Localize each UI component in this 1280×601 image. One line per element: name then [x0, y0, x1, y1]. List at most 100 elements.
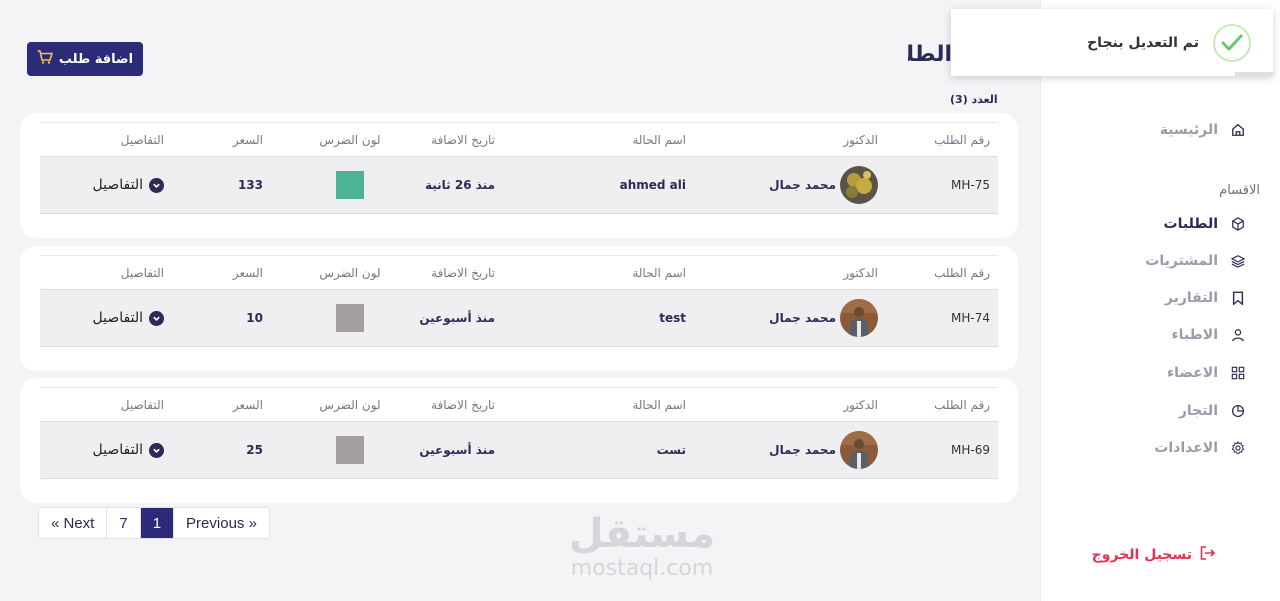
pagination: « Next 7 1 Previous »: [38, 507, 270, 539]
price: 133: [237, 178, 263, 192]
order-card: رقم الطلب الدكتور اسم الحالة تاريخ الاضا…: [20, 246, 1018, 371]
doctor-cell: محمد جمال: [769, 290, 878, 346]
column-doctor: الدكتور: [843, 397, 878, 412]
orders-count: العدد (3): [950, 93, 998, 106]
add-order-label: اضافة طلب: [58, 51, 134, 67]
column-case-name: اسم الحالة: [632, 397, 686, 412]
details-label: التفاصيل: [92, 310, 143, 326]
logout-label: تسجيل الخروج: [1091, 547, 1192, 563]
details-label: التفاصيل: [92, 177, 143, 193]
sidebar-item-reports[interactable]: التقارير: [1165, 290, 1246, 306]
pagination-page-current[interactable]: 1: [140, 508, 175, 538]
sidebar-item-label: الاعضاء: [1167, 365, 1218, 381]
pagination-previous[interactable]: Previous »: [174, 508, 269, 538]
date-added: منذ أسبوعين: [419, 311, 495, 325]
column-case-name: اسم الحالة: [632, 265, 686, 280]
doctor-name: محمد جمال: [769, 443, 836, 457]
sidebar-item-purchases[interactable]: المشتريات: [1145, 253, 1246, 269]
price: 10: [246, 311, 263, 325]
home-icon: [1230, 122, 1246, 138]
tooth-color-cell: [320, 422, 380, 478]
cube-icon: [1230, 216, 1246, 232]
table-row: MH-69 محمد جمال تست منذ أسبوعين 25 التفا…: [40, 421, 998, 479]
column-price: السعر: [232, 132, 263, 147]
check-icon: [1213, 23, 1251, 62]
avatar: [840, 166, 878, 204]
table-header-row: رقم الطلب الدكتور اسم الحالة تاريخ الاضا…: [40, 387, 998, 421]
column-details: التفاصيل: [120, 265, 164, 280]
column-doctor: الدكتور: [843, 132, 878, 147]
doctor-cell: محمد جمال: [769, 422, 878, 478]
sidebar: الرئيسية الاقسام الطلبات المشتريات التقا…: [1040, 0, 1280, 601]
case-name: ahmed ali: [619, 178, 686, 192]
sidebar-item-orders[interactable]: الطلبات: [1164, 216, 1246, 232]
sidebar-item-label: الرئيسية: [1159, 122, 1218, 138]
bookmark-icon: [1230, 290, 1246, 306]
column-order-no: رقم الطلب: [934, 132, 990, 147]
sidebar-item-label: الاطباء: [1171, 327, 1218, 343]
toast-message: تم التعديل بنجاح: [1087, 34, 1199, 51]
sidebar-section-label: الاقسام: [1219, 183, 1260, 198]
watermark: مستقل mostaql.com: [562, 512, 722, 582]
success-toast: تم التعديل بنجاح: [951, 9, 1273, 76]
order-number: MH-69: [951, 443, 990, 457]
chevron-down-icon: [149, 177, 164, 193]
tooth-color-swatch: [336, 304, 364, 332]
chevron-down-icon: [149, 310, 164, 326]
sidebar-item-members[interactable]: الاعضاء: [1167, 365, 1246, 381]
table-header-row: رقم الطلب الدكتور اسم الحالة تاريخ الاضا…: [40, 255, 998, 289]
tooth-color-cell: [320, 290, 380, 346]
order-card: رقم الطلب الدكتور اسم الحالة تاريخ الاضا…: [20, 378, 1018, 503]
avatar: [840, 431, 878, 469]
order-number: MH-75: [951, 178, 990, 192]
case-name: test: [659, 311, 686, 325]
doctor-name: محمد جمال: [769, 178, 836, 192]
user-icon: [1230, 327, 1246, 343]
order-card: رقم الطلب الدكتور اسم الحالة تاريخ الاضا…: [20, 113, 1018, 238]
tooth-color-cell: [320, 157, 380, 213]
toast-progress-bar: [1235, 72, 1273, 76]
tooth-color-swatch: [336, 171, 364, 199]
date-added: منذ 26 ثانية: [424, 178, 495, 192]
date-added: منذ أسبوعين: [419, 443, 495, 457]
sidebar-item-doctors[interactable]: الاطباء: [1171, 327, 1246, 343]
cart-icon: [37, 50, 54, 68]
table-header-row: رقم الطلب الدكتور اسم الحالة تاريخ الاضا…: [40, 122, 998, 156]
gear-icon: [1230, 440, 1246, 456]
watermark-arabic: مستقل: [568, 511, 716, 557]
details-button[interactable]: التفاصيل: [74, 422, 164, 478]
sidebar-item-home[interactable]: الرئيسية: [1160, 122, 1246, 138]
column-date-added: تاريخ الاضافة: [431, 132, 495, 147]
sidebar-item-settings[interactable]: الاعدادات: [1154, 440, 1246, 456]
column-details: التفاصيل: [120, 132, 164, 147]
logout-icon: [1200, 546, 1216, 564]
pagination-next[interactable]: « Next: [39, 508, 108, 538]
column-details: التفاصيل: [120, 397, 164, 412]
grid-icon: [1230, 365, 1246, 381]
sidebar-item-label: الطلبات: [1163, 216, 1218, 232]
price: 25: [246, 443, 263, 457]
column-date-added: تاريخ الاضافة: [431, 265, 495, 280]
pagination-page[interactable]: 7: [107, 508, 141, 538]
column-doctor: الدكتور: [843, 265, 878, 280]
details-button[interactable]: التفاصيل: [74, 157, 164, 213]
logout-button[interactable]: تسجيل الخروج: [1092, 546, 1216, 564]
sidebar-item-label: التقارير: [1164, 290, 1218, 306]
layers-icon: [1230, 253, 1246, 269]
doctor-cell: محمد جمال: [769, 157, 878, 213]
page-title: الطلبات: [908, 42, 952, 67]
column-tooth-color: لون الضرس: [319, 397, 381, 412]
column-order-no: رقم الطلب: [934, 265, 990, 280]
column-tooth-color: لون الضرس: [319, 265, 381, 280]
add-order-button[interactable]: اضافة طلب: [27, 42, 143, 76]
order-number: MH-74: [951, 311, 990, 325]
sidebar-item-merchants[interactable]: التجار: [1179, 403, 1246, 419]
table-row: MH-75 محمد جمال ahmed ali منذ 26 ثانية 1…: [40, 156, 998, 214]
table-row: MH-74 محمد جمال test منذ أسبوعين 10 التف…: [40, 289, 998, 347]
column-order-no: رقم الطلب: [934, 397, 990, 412]
details-button[interactable]: التفاصيل: [74, 290, 164, 346]
sidebar-item-label: المشتريات: [1145, 253, 1218, 269]
column-date-added: تاريخ الاضافة: [431, 397, 495, 412]
column-case-name: اسم الحالة: [632, 132, 686, 147]
column-price: السعر: [232, 397, 263, 412]
